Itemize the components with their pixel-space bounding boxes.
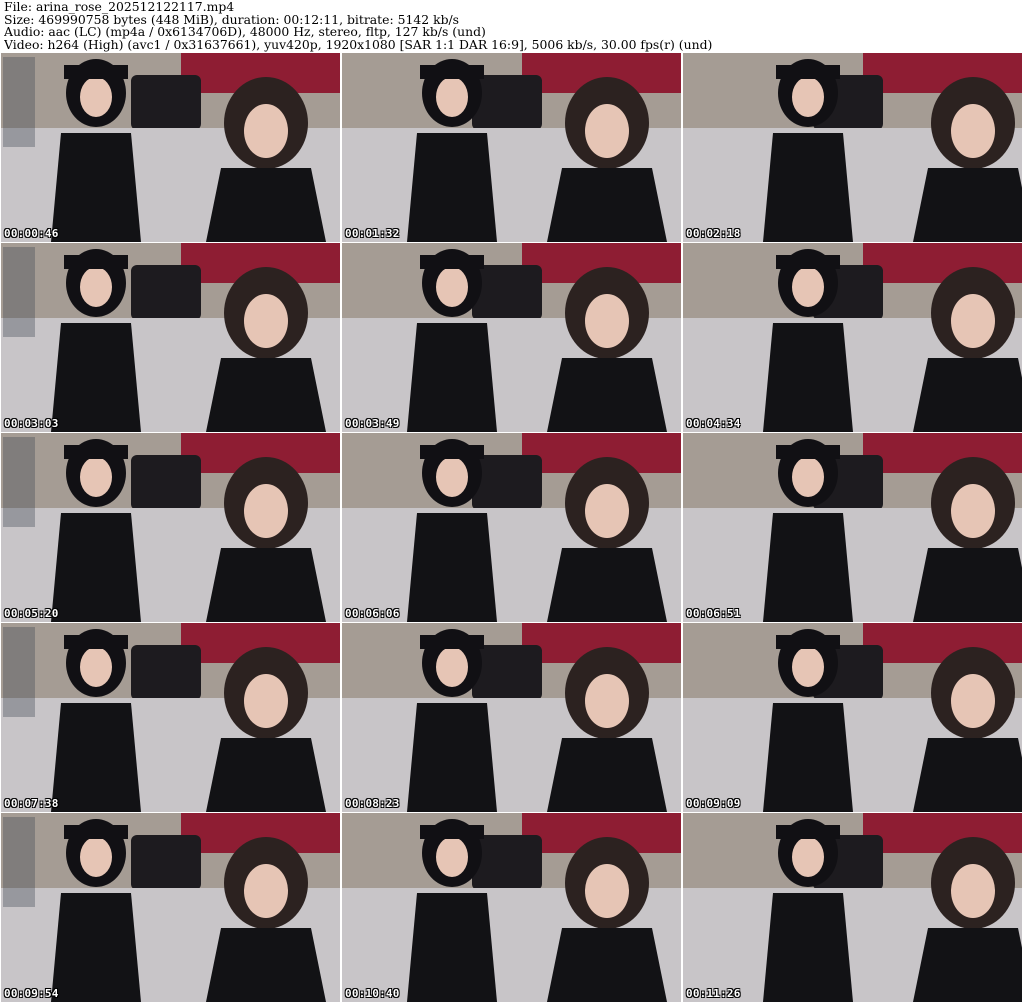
- timestamp-label: 00:09:09: [686, 797, 741, 810]
- timestamp-label: 00:08:23: [345, 797, 400, 810]
- timestamp-label: 00:00:46: [4, 227, 59, 240]
- timestamp-label: 00:05:20: [4, 607, 59, 620]
- video-thumbnail[interactable]: 00:01:32: [342, 53, 681, 242]
- frame-image: [342, 243, 681, 432]
- video-thumbnail[interactable]: 00:02:18: [683, 53, 1022, 242]
- frame-image: [1, 813, 340, 1002]
- stream-stats-overlay: [3, 57, 35, 147]
- timestamp-label: 00:01:32: [345, 227, 400, 240]
- stream-stats-overlay: [3, 817, 35, 907]
- video-thumbnail[interactable]: 00:03:49: [342, 243, 681, 432]
- stream-stats-overlay: [3, 627, 35, 717]
- video-thumbnail[interactable]: 00:00:46: [1, 53, 340, 242]
- video-thumbnail[interactable]: 00:10:40: [342, 813, 681, 1002]
- timestamp-label: 00:11:26: [686, 987, 741, 1000]
- video-thumbnail[interactable]: 00:07:38: [1, 623, 340, 812]
- video-thumbnail[interactable]: 00:11:26: [683, 813, 1022, 1002]
- video-thumbnail[interactable]: 00:06:06: [342, 433, 681, 622]
- video-info-line: Video: h264 (High) (avc1 / 0x31637661), …: [4, 36, 713, 52]
- thumbnail-grid: 00:00:46 00:01:32 00:02:18 00:03:03 00:03:49…: [1, 53, 1023, 1002]
- timestamp-label: 00:03:03: [4, 417, 59, 430]
- video-thumbnail[interactable]: 00:03:03: [1, 243, 340, 432]
- video-thumbnail[interactable]: 00:05:20: [1, 433, 340, 622]
- frame-image: [342, 53, 681, 242]
- stream-stats-overlay: [3, 247, 35, 337]
- timestamp-label: 00:04:34: [686, 417, 741, 430]
- video-thumbnail[interactable]: 00:04:34: [683, 243, 1022, 432]
- video-info-header: File: arina_rose_202512122117.mp4 Size: …: [4, 1, 1020, 53]
- timestamp-label: 00:02:18: [686, 227, 741, 240]
- frame-image: [342, 623, 681, 812]
- frame-image: [1, 433, 340, 622]
- timestamp-label: 00:07:38: [4, 797, 59, 810]
- timestamp-label: 00:09:54: [4, 987, 59, 1000]
- frame-image: [342, 813, 681, 1002]
- stream-stats-overlay: [3, 437, 35, 527]
- frame-image: [1, 243, 340, 432]
- frame-image: [683, 243, 1022, 432]
- frame-image: [683, 433, 1022, 622]
- frame-image: [683, 53, 1022, 242]
- frame-image: [683, 623, 1022, 812]
- timestamp-label: 00:03:49: [345, 417, 400, 430]
- frame-image: [342, 433, 681, 622]
- timestamp-label: 00:06:06: [345, 607, 400, 620]
- timestamp-label: 00:06:51: [686, 607, 741, 620]
- frame-image: [1, 53, 340, 242]
- video-thumbnail[interactable]: 00:08:23: [342, 623, 681, 812]
- timestamp-label: 00:10:40: [345, 987, 400, 1000]
- frame-image: [1, 623, 340, 812]
- video-thumbnail[interactable]: 00:09:09: [683, 623, 1022, 812]
- frame-image: [683, 813, 1022, 1002]
- video-thumbnail[interactable]: 00:06:51: [683, 433, 1022, 622]
- video-thumbnail[interactable]: 00:09:54: [1, 813, 340, 1002]
